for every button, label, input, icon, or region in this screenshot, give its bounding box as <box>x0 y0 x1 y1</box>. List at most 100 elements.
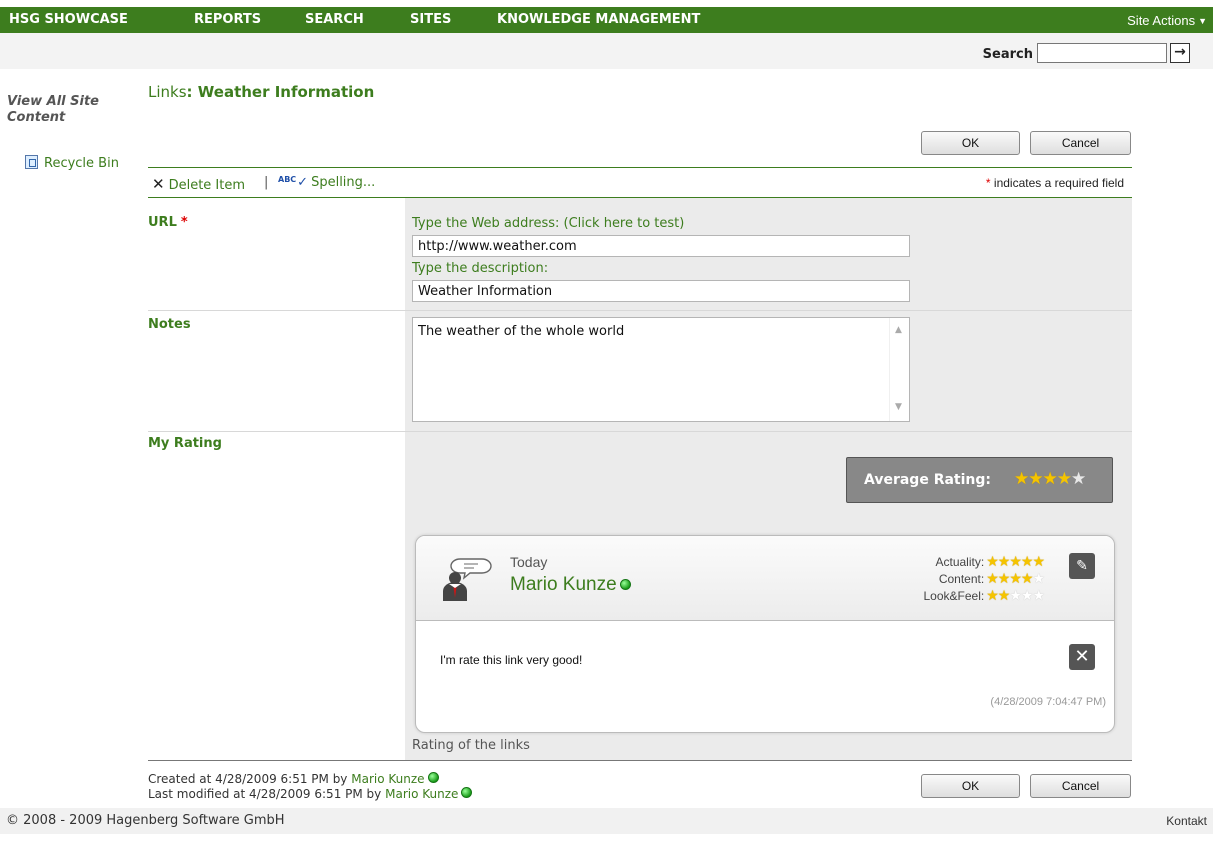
form-toolbar: ✕ Delete Item | ABC✓ Spelling... * indicat… <box>148 168 1132 197</box>
cancel-button-top[interactable]: Cancel <box>1030 131 1131 155</box>
rating-when: Today <box>510 554 548 570</box>
spelling-button[interactable]: ABC✓ Spelling... <box>278 175 375 190</box>
my-rating-field-label: My Rating <box>148 436 222 451</box>
url-description-label: Type the description: <box>412 261 549 276</box>
delete-item-label: Delete Item <box>168 178 246 193</box>
chevron-down-icon: ▼ <box>1198 16 1207 26</box>
modified-text: Last modified at 4/28/2009 6:51 PM by <box>148 787 382 801</box>
created-info: Created at 4/28/2009 6:51 PM by Mario Ku… <box>148 772 439 786</box>
spelling-label: Spelling... <box>311 175 376 190</box>
delete-rating-button[interactable]: ✕ <box>1069 644 1095 670</box>
average-rating-label: Average Rating: <box>864 472 992 488</box>
rating-card: Today Mario Kunze Actuality: ★★★★★ Conten… <box>415 535 1115 733</box>
nav-search[interactable]: SEARCH <box>305 12 364 27</box>
notes-textarea[interactable]: The weather of the whole world <box>412 317 910 422</box>
url-description-input[interactable] <box>412 280 910 302</box>
page-footer: © 2008 - 2009 Hagenberg Software GmbH Ko… <box>0 808 1213 834</box>
url-required-asterisk: * <box>180 215 188 230</box>
required-asterisk: * <box>985 176 991 190</box>
delete-item-button[interactable]: ✕ Delete Item <box>152 175 245 193</box>
rating-comment: I'm rate this link very good! <box>440 653 583 667</box>
checkmark-icon: ✓ <box>297 175 309 190</box>
rating-timestamp: (4/28/2009 7:04:47 PM) <box>990 696 1106 708</box>
recycle-bin-link[interactable]: Recycle Bin <box>25 155 119 171</box>
star-icon: ★ <box>986 553 999 569</box>
star-icon: ★ <box>1032 553 1045 569</box>
user-comment-icon <box>443 558 492 601</box>
copyright-text: © 2008 - 2009 Hagenberg Software GmbH <box>6 813 285 828</box>
site-actions-menu[interactable]: Site Actions ▼ <box>1127 13 1207 28</box>
search-label: Search <box>982 47 1033 62</box>
scroll-down-icon[interactable]: ▼ <box>895 402 902 412</box>
contact-link[interactable]: Kontakt <box>1166 814 1207 828</box>
ok-button-top[interactable]: OK <box>921 131 1020 155</box>
page-title: Links: Weather Information <box>148 83 374 101</box>
search-bar: Search → <box>0 33 1213 69</box>
notes-field-label: Notes <box>148 317 191 332</box>
star-icon: ★ <box>1009 587 1022 603</box>
modified-info: Last modified at 4/28/2009 6:51 PM by Ma… <box>148 787 473 801</box>
nav-sites[interactable]: SITES <box>410 12 451 27</box>
spell-check-icon: ABC <box>278 175 297 184</box>
page-title-prefix: Links <box>148 83 187 101</box>
scroll-up-icon[interactable]: ▲ <box>895 325 902 335</box>
close-icon: ✕ <box>1074 646 1090 667</box>
required-field-text: indicates a required field <box>993 176 1124 190</box>
criterion-label: Actuality: <box>935 555 985 569</box>
star-icon: ★ <box>997 553 1011 569</box>
notes-scrollbar[interactable]: ▲ ▼ <box>889 318 909 421</box>
nav-knowledge-management[interactable]: KNOWLEDGE MANAGEMENT <box>497 12 700 27</box>
criterion-stars: ★★★★★ <box>986 570 1045 586</box>
star-icon: ★ <box>1020 570 1034 586</box>
row-divider <box>148 431 1132 432</box>
criterion-look-and-feel: Look&Feel: ★★★★★ <box>923 587 1044 604</box>
criterion-stars: ★★★★★ <box>986 587 1045 603</box>
star-icon: ★ <box>1028 469 1043 489</box>
star-icon: ★ <box>1020 553 1034 569</box>
nav-hsg-showcase[interactable]: HSG SHOWCASE <box>9 12 128 27</box>
criterion-label: Content: <box>938 572 985 586</box>
star-icon: ★ <box>986 587 999 603</box>
star-icon: ★ <box>1056 469 1072 489</box>
search-input[interactable] <box>1037 43 1167 63</box>
presence-online-icon <box>427 772 439 783</box>
form-bottom-divider <box>148 760 1132 761</box>
star-icon: ★ <box>1020 587 1034 603</box>
url-address-label[interactable]: Type the Web address: (Click here to tes… <box>412 216 684 231</box>
row-divider <box>148 310 1132 311</box>
cancel-button-bottom[interactable]: Cancel <box>1030 774 1131 798</box>
site-actions-label: Site Actions <box>1127 13 1196 28</box>
average-rating-stars: ★★★★★ <box>1014 469 1086 489</box>
rating-user-name: Mario Kunze <box>510 574 617 595</box>
created-text: Created at 4/28/2009 6:51 PM by <box>148 772 348 786</box>
star-icon: ★ <box>1009 570 1022 586</box>
search-go-button[interactable]: → <box>1170 43 1190 63</box>
rating-user-link[interactable]: Mario Kunze <box>510 574 631 596</box>
url-label-text: URL <box>148 215 177 230</box>
page-title-item: : Weather Information <box>186 83 375 101</box>
top-navigation-bar: HSG SHOWCASE REPORTS SEARCH SITES KNOWLE… <box>0 7 1213 33</box>
criterion-actuality: Actuality: ★★★★★ <box>936 553 1045 570</box>
required-field-note: * indicates a required field <box>986 176 1124 190</box>
view-all-site-content-link[interactable]: View All Site Content <box>7 94 137 126</box>
star-icon: ★ <box>986 570 999 586</box>
modified-by-link[interactable]: Mario Kunze <box>385 787 458 801</box>
nav-reports[interactable]: REPORTS <box>194 12 261 27</box>
criterion-stars: ★★★★★ <box>986 553 1045 569</box>
star-icon: ★ <box>1071 469 1086 489</box>
presence-online-icon <box>619 579 631 590</box>
star-icon: ★ <box>1042 469 1058 489</box>
star-icon: ★ <box>1009 553 1022 569</box>
ok-button-bottom[interactable]: OK <box>921 774 1020 798</box>
toolbar-separator: | <box>264 175 269 190</box>
edit-rating-button[interactable]: ✎ <box>1069 553 1095 579</box>
average-rating-box: Average Rating: ★★★★★ <box>846 457 1113 503</box>
created-by-link[interactable]: Mario Kunze <box>351 772 424 786</box>
url-address-input[interactable] <box>412 235 910 257</box>
presence-online-icon <box>461 787 473 798</box>
url-test-link[interactable]: Type the Web address: (Click here to tes… <box>412 216 684 231</box>
criterion-label: Look&Feel: <box>923 589 985 603</box>
star-icon: ★ <box>1032 587 1045 603</box>
criterion-content: Content: ★★★★★ <box>938 570 1045 587</box>
rating-card-header: Today Mario Kunze Actuality: ★★★★★ Conten… <box>416 536 1114 621</box>
